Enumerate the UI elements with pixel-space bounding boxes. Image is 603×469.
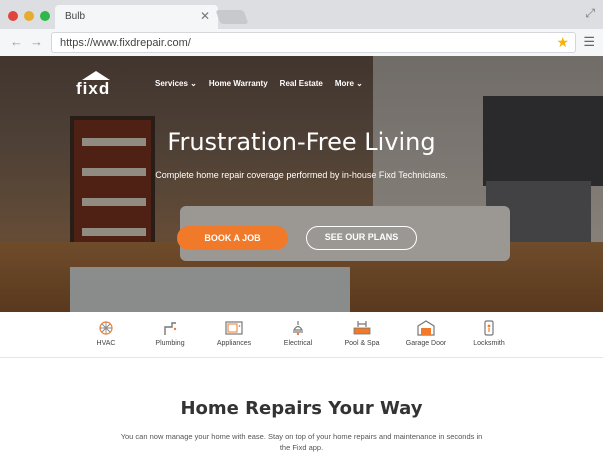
service-label: Appliances [216,340,252,347]
section-description: You can now manage your home with ease. … [120,432,483,452]
service-locksmith[interactable]: Locksmith [457,312,521,358]
browser-toolbar: ← → https://www.fixdrepair.com/ ★ ☰ [0,29,603,56]
back-icon[interactable]: ← [10,34,23,49]
nav-home-warranty[interactable]: Home Warranty [209,79,268,88]
address-bar[interactable]: https://www.fixdrepair.com/ ★ [51,32,576,53]
logo-text: fixd [76,79,111,98]
locksmith-icon [484,320,494,336]
nav-real-estate[interactable]: Real Estate [280,79,323,88]
window-controls [8,11,50,21]
site-nav: Services ⌄ Home Warranty Real Estate Mor… [155,79,363,88]
service-label: Pool & Spa [344,340,380,347]
tab-title: Bulb [65,11,86,22]
garage-door-icon [417,320,435,336]
section-title: Home Repairs Your Way [180,398,423,419]
nav-services[interactable]: Services ⌄ [155,79,197,88]
hero-subtitle: Complete home repair coverage performed … [155,170,448,180]
zoom-window-button[interactable] [40,11,50,21]
service-label: Plumbing [155,340,185,347]
hero-title: Frustration-Free Living [167,128,436,156]
service-appliances[interactable]: Appliances [202,312,266,358]
close-tab-icon[interactable]: ✕ [200,9,210,23]
forward-icon[interactable]: → [30,34,43,49]
services-bar: HVAC Plumbing Appliances Electrical Pool… [0,312,603,358]
service-plumbing[interactable]: Plumbing [138,312,202,358]
url-text: https://www.fixdrepair.com/ [60,37,191,49]
nav-more[interactable]: More ⌄ [335,79,363,88]
service-pool-spa[interactable]: Pool & Spa [330,312,394,358]
service-garage-door[interactable]: Garage Door [394,312,458,358]
pool-spa-icon [353,321,371,335]
hvac-icon [99,321,113,335]
fullscreen-icon[interactable]: ⤢ [585,6,595,21]
service-label: HVAC [96,340,116,347]
new-tab-button[interactable] [215,10,249,24]
plumbing-icon [164,322,177,335]
book-a-job-button[interactable]: BOOK A JOB [177,226,288,250]
electrical-icon [292,321,304,336]
hero-section: fixd Services ⌄ Home Warranty Real Estat… [0,56,603,312]
bookmark-star-icon[interactable]: ★ [556,34,569,51]
browser-chrome: Bulb ✕ ⤢ ← → https://www.fixdrepair.com/… [0,0,603,56]
appliances-icon [225,321,243,335]
service-label: Locksmith [473,340,505,347]
close-window-button[interactable] [8,11,18,21]
minimize-window-button[interactable] [24,11,34,21]
browser-menu-icon[interactable]: ☰ [583,34,595,50]
see-our-plans-button[interactable]: SEE OUR PLANS [306,226,417,250]
site-logo[interactable]: fixd [76,71,116,98]
service-label: Electrical [283,340,313,347]
browser-tab[interactable]: Bulb ✕ [55,5,218,29]
service-hvac[interactable]: HVAC [74,312,138,358]
service-label: Garage Door [405,340,447,347]
service-electrical[interactable]: Electrical [266,312,330,358]
